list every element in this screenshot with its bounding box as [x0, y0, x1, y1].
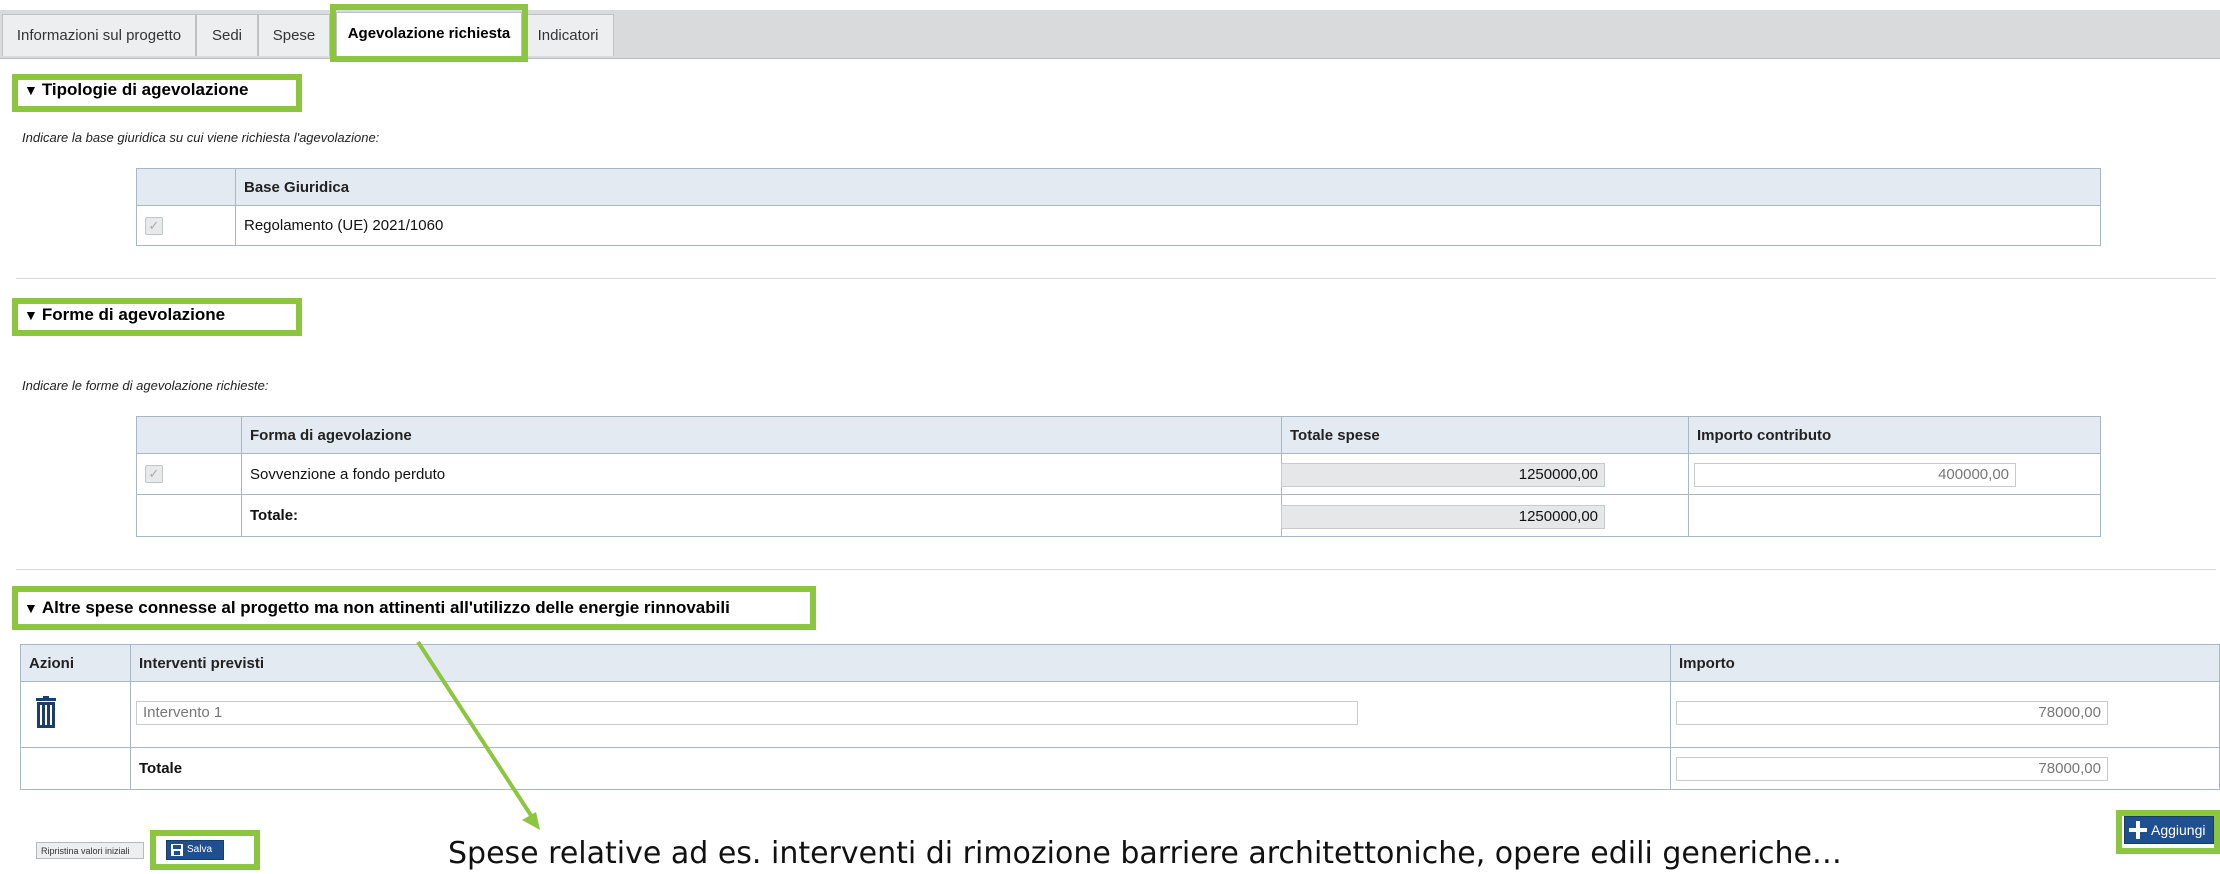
trash-icon[interactable]: [36, 696, 56, 728]
floppy-icon: [171, 844, 183, 856]
section-title-tipologie-label: Tipologie di agevolazione: [41, 80, 249, 99]
section-title-tipologie[interactable]: ▼ Tipologie di agevolazione: [24, 80, 248, 100]
tab-informazioni-progetto[interactable]: Informazioni sul progetto: [2, 14, 196, 56]
table-cell-empty: [136, 494, 242, 537]
table-cell-base-giuridica: Regolamento (UE) 2021/1060: [235, 205, 2101, 246]
table-header-empty: [136, 168, 236, 206]
importo-input[interactable]: 78000,00: [1676, 701, 2108, 725]
tab-agevolazione-richiesta[interactable]: Agevolazione richiesta: [336, 12, 522, 59]
totale-spese-field: 1250000,00: [1281, 463, 1605, 487]
table-cell-empty: [1688, 494, 2101, 537]
table-header-importo: Importo: [1670, 644, 2220, 682]
table-header-forma: Forma di agevolazione: [241, 416, 1282, 454]
hint-tipologie: Indicare la base giuridica su cui viene …: [22, 130, 380, 145]
totale-importo-field: 78000,00: [1676, 757, 2108, 781]
hint-forme: Indicare le forme di agevolazione richie…: [22, 378, 269, 393]
table-header-totale-spese: Totale spese: [1281, 416, 1689, 454]
separator: [16, 569, 2216, 570]
checkbox-base-giuridica[interactable]: ✓: [145, 216, 163, 235]
reset-button[interactable]: Ripristina valori iniziali: [36, 842, 144, 859]
intervento-input[interactable]: Intervento 1: [136, 701, 1358, 725]
section-title-altre-label: Altre spese connesse al progetto ma non …: [41, 598, 730, 617]
table-header-empty: [136, 416, 242, 454]
section-title-forme-label: Forme di agevolazione: [41, 305, 226, 324]
totale-spese-total-field: 1250000,00: [1281, 505, 1605, 529]
table-cell-checkbox: ✓: [136, 205, 236, 246]
checkbox-forma[interactable]: ✓: [145, 465, 163, 483]
table-header-importo-contributo: Importo contributo: [1688, 416, 2101, 454]
table-cell-totale-label: Totale:: [241, 494, 1282, 537]
table-header-base-giuridica: Base Giuridica: [235, 168, 2101, 206]
table-cell-forma: Sovvenzione a fondo perduto: [241, 453, 1282, 495]
table-cell-totale-label: Totale: [130, 747, 1671, 790]
add-button[interactable]: Aggiungi: [2124, 816, 2214, 844]
tab-bar: Informazioni sul progetto Sedi Spese Age…: [0, 10, 2220, 59]
save-button-label: Salva: [187, 844, 213, 855]
plus-icon: [2129, 821, 2147, 839]
tab-sedi[interactable]: Sedi: [196, 14, 258, 56]
tab-spese[interactable]: Spese: [258, 14, 330, 56]
table-header-interventi: Interventi previsti: [130, 644, 1671, 682]
collapse-triangle-icon: ▼: [24, 82, 38, 98]
section-title-forme[interactable]: ▼ Forme di agevolazione: [24, 305, 225, 325]
table-header-azioni: Azioni: [20, 644, 131, 682]
collapse-triangle-icon: ▼: [24, 600, 38, 616]
add-button-label: Aggiungi: [2151, 822, 2206, 838]
annotation-text: Spese relative ad es. interventi di rimo…: [448, 836, 1842, 871]
importo-contributo-input[interactable]: 400000,00: [1694, 463, 2016, 487]
tab-indicatori[interactable]: Indicatori: [522, 14, 614, 56]
section-title-altre[interactable]: ▼ Altre spese connesse al progetto ma non…: [24, 598, 730, 618]
table-cell-checkbox: ✓: [136, 453, 242, 495]
table-cell-empty: [20, 747, 131, 790]
save-button[interactable]: Salva: [166, 840, 224, 860]
collapse-triangle-icon: ▼: [24, 307, 38, 323]
separator: [16, 278, 2216, 279]
